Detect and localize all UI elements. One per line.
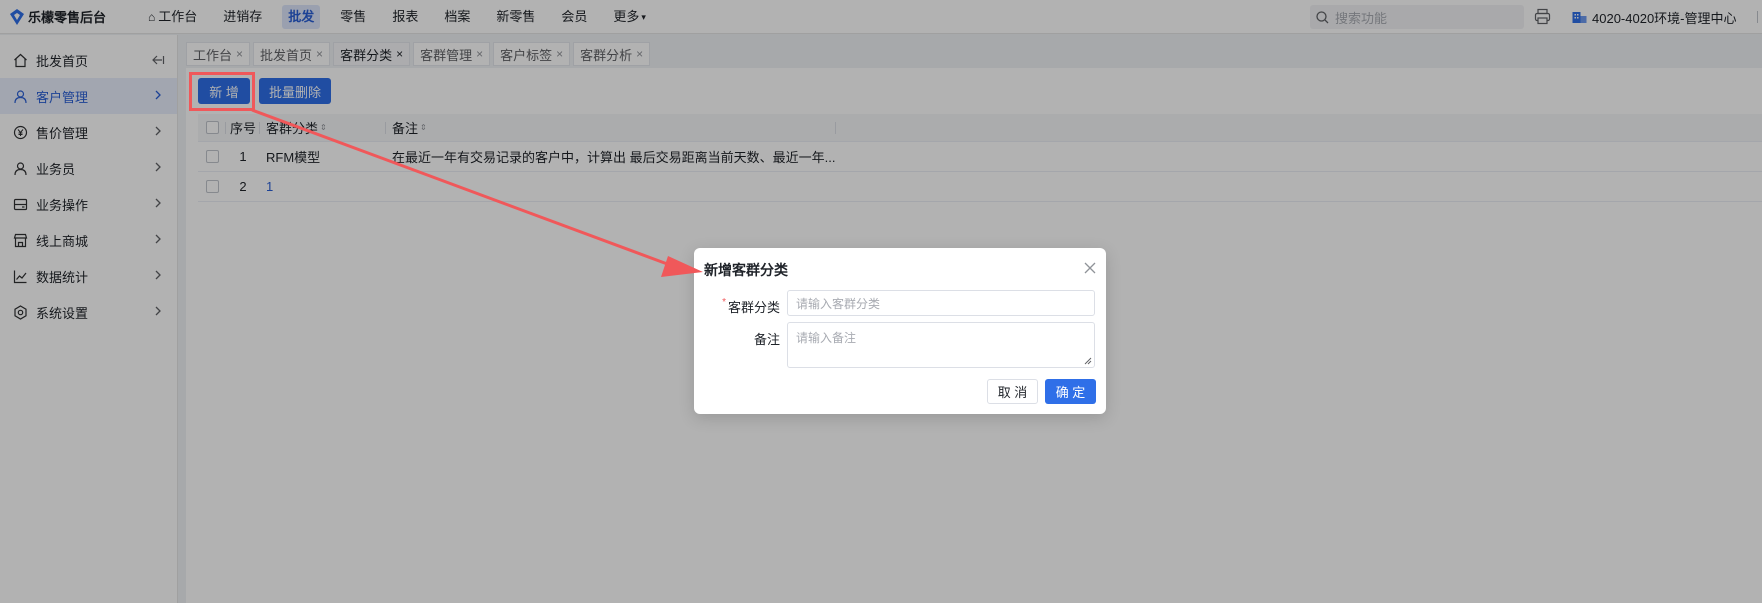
close-icon[interactable] bbox=[1084, 262, 1096, 274]
form-label-note: 备注 bbox=[753, 332, 780, 347]
add-customer-group-dialog: 新增客群分类 * 客群分类 请输入客群分类 备注 请输入备注 取 消 确 定 bbox=[694, 248, 1106, 414]
input-placeholder: 请输入客群分类 bbox=[796, 296, 881, 311]
form-label-type: * 客群分类 bbox=[694, 297, 780, 316]
textarea-placeholder: 请输入备注 bbox=[796, 331, 857, 345]
resize-handle-icon[interactable] bbox=[1084, 357, 1092, 365]
form-label-text: 客群分类 bbox=[727, 300, 780, 315]
annotation-highlight bbox=[189, 72, 255, 111]
confirm-button[interactable]: 确 定 bbox=[1045, 379, 1096, 404]
note-textarea[interactable]: 请输入备注 bbox=[787, 322, 1095, 368]
customer-group-type-input[interactable]: 请输入客群分类 bbox=[787, 290, 1095, 316]
required-mark: * bbox=[722, 297, 726, 308]
cancel-button[interactable]: 取 消 bbox=[987, 379, 1038, 404]
dialog-title: 新增客群分类 bbox=[704, 262, 788, 278]
